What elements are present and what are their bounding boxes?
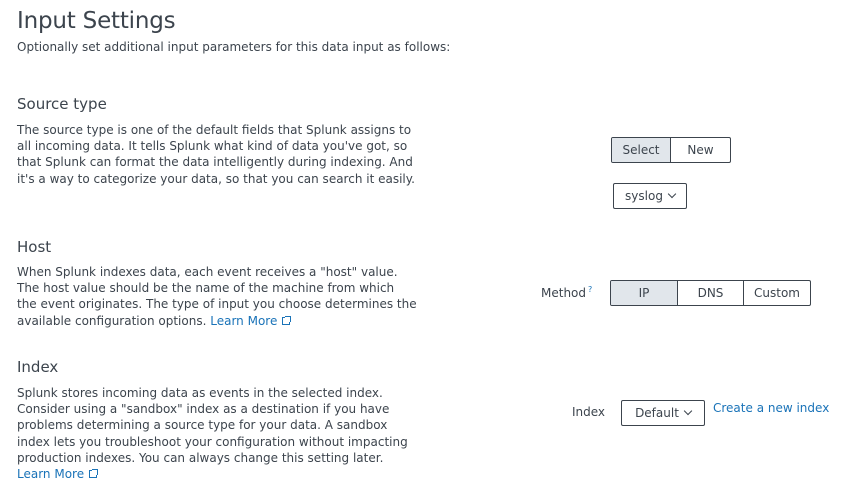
host-learn-more-link[interactable]: Learn More [210,313,292,328]
select-button[interactable]: Select [612,138,671,162]
chevron-down-icon [683,406,693,416]
index-description: Splunk stores incoming data as events in… [17,385,417,482]
new-button[interactable]: New [671,138,730,162]
source-type-description-text: The source type is one of the default fi… [17,123,415,186]
method-dns-button[interactable]: DNS [678,281,744,305]
host-title: Host [17,238,52,256]
host-learn-more-label: Learn More [210,313,278,328]
source-type-title: Source type [17,95,107,113]
index-label: Index [572,405,606,419]
help-icon[interactable]: ? [588,285,592,294]
page-subtitle: Optionally set additional input paramete… [17,40,451,54]
index-learn-more-label: Learn More [17,467,85,482]
external-link-icon [282,315,292,325]
host-method-toggle: IP DNS Custom [610,280,811,306]
create-new-index-link[interactable]: Create a new index [713,401,829,415]
index-description-text: Splunk stores incoming data as events in… [17,386,408,465]
sourcetype-dropdown-value: syslog [625,189,663,203]
method-label: Method? [541,285,592,300]
source-type-toggle: Select New [611,137,731,163]
index-dropdown[interactable]: Default [621,400,705,426]
index-dropdown-value: Default [635,406,679,420]
method-label-text: Method [541,286,587,300]
page-title: Input Settings [17,8,176,34]
index-learn-more-link[interactable]: Learn More [17,467,99,482]
index-title: Index [17,358,59,376]
source-type-description: The source type is one of the default fi… [17,122,417,187]
sourcetype-dropdown[interactable]: syslog [613,183,687,209]
method-ip-button[interactable]: IP [611,281,678,305]
host-description: When Splunk indexes data, each event rec… [17,264,417,329]
external-link-icon [89,469,99,479]
method-custom-button[interactable]: Custom [744,281,810,305]
chevron-down-icon [667,189,677,199]
